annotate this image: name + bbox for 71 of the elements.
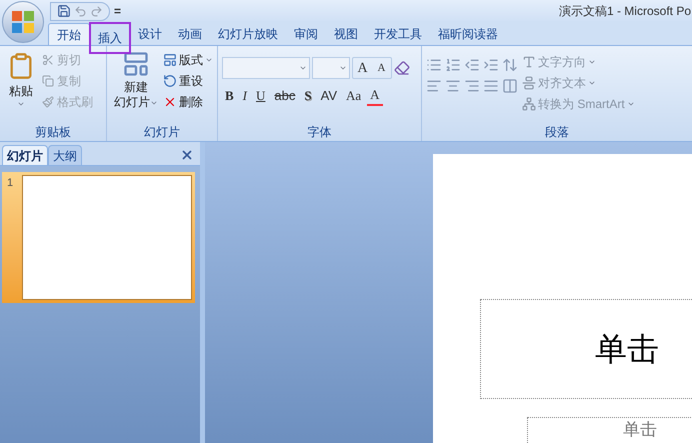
text-direction-icon	[522, 55, 536, 69]
format-button[interactable]: U	[253, 86, 268, 106]
ribbon-tab[interactable]: 幻灯片放映	[210, 23, 286, 45]
caret-icon	[17, 100, 25, 108]
ribbon-tab[interactable]: 设计	[130, 23, 170, 45]
slide-thumbnail-frame[interactable]: 1	[2, 172, 195, 303]
align-left-icon[interactable]	[426, 78, 442, 94]
title-placeholder-text: 单击	[595, 329, 659, 370]
align-center-icon[interactable]	[445, 78, 461, 94]
ribbon-tab[interactable]: 视图	[326, 23, 366, 45]
format-button[interactable]: Aa	[343, 86, 364, 106]
group-label: 幻灯片	[144, 124, 180, 141]
slide-command[interactable]: 重设	[163, 71, 213, 90]
reset-icon	[163, 74, 177, 88]
font-size-dropdown[interactable]	[312, 57, 350, 79]
subtitle-placeholder[interactable]: 单击	[527, 417, 692, 443]
decrease-indent-icon[interactable]	[464, 57, 480, 73]
ribbon-tab[interactable]: 开发工具	[366, 23, 430, 45]
scissors-icon	[42, 54, 54, 66]
format-button[interactable]: I	[240, 86, 250, 106]
pane-tab[interactable]: 大纲	[48, 145, 82, 165]
slide-thumbnail[interactable]	[22, 175, 192, 300]
group-label: 段落	[545, 124, 569, 141]
ribbon-tab[interactable]: 开始	[48, 23, 90, 45]
caret-icon	[626, 100, 635, 108]
redo-icon[interactable]	[90, 4, 103, 18]
increase-indent-icon[interactable]	[483, 57, 499, 73]
undo-icon[interactable]	[74, 4, 87, 18]
line-spacing-icon[interactable]	[502, 57, 518, 73]
subtitle-placeholder-text: 单击	[623, 420, 657, 439]
slide-number: 1	[6, 176, 14, 191]
paste-button[interactable]: 粘贴	[4, 50, 38, 123]
align-right-icon[interactable]	[464, 78, 480, 94]
justify-icon[interactable]	[483, 78, 499, 94]
numbered-list-icon[interactable]	[445, 57, 461, 73]
format-button[interactable]: S	[301, 86, 315, 106]
align-text-icon	[522, 76, 536, 90]
shrink-font-button[interactable]: A	[372, 58, 391, 78]
group-label: 剪贴板	[35, 124, 71, 141]
group-label: 字体	[308, 124, 332, 141]
font-name-dropdown[interactable]	[222, 57, 310, 79]
format-button[interactable]: B	[222, 86, 237, 106]
customize-toolbar-button[interactable]: =	[114, 2, 122, 20]
clear-format-icon[interactable]	[394, 60, 410, 76]
title-placeholder[interactable]: 单击	[480, 299, 692, 399]
caret-icon	[299, 64, 307, 72]
new-slide-button[interactable]: 新建 幻灯片	[111, 50, 161, 123]
ribbon-tab[interactable]: 福昕阅读器	[430, 23, 506, 45]
format-button[interactable]: AV	[318, 86, 340, 106]
ribbon-tab[interactable]: 动画	[170, 23, 210, 45]
ribbon-tab[interactable]: 审阅	[286, 23, 326, 45]
close-icon[interactable]	[180, 148, 194, 162]
format-button[interactable]: A	[367, 86, 383, 106]
paintbrush-icon	[42, 96, 54, 108]
slide-command[interactable]: 删除	[163, 92, 213, 111]
layout-icon	[163, 52, 177, 66]
copy-icon	[42, 74, 54, 86]
format-button[interactable]: abc	[271, 86, 298, 106]
pane-tab[interactable]: 幻灯片	[2, 145, 48, 165]
slide-command[interactable]: 版式	[163, 50, 213, 69]
grow-font-button[interactable]: A	[353, 58, 372, 78]
ribbon-tab[interactable]: 插入	[90, 23, 130, 53]
caret-icon	[588, 58, 596, 66]
save-icon[interactable]	[57, 4, 71, 18]
caret-icon	[588, 79, 596, 87]
bullet-list-icon[interactable]	[426, 57, 442, 73]
caret-icon	[339, 64, 347, 72]
window-title: 演示文稿1 - Microsoft Po	[558, 3, 692, 20]
office-logo-icon	[11, 10, 35, 34]
smartart-icon	[522, 97, 536, 111]
columns-icon[interactable]	[502, 78, 518, 94]
